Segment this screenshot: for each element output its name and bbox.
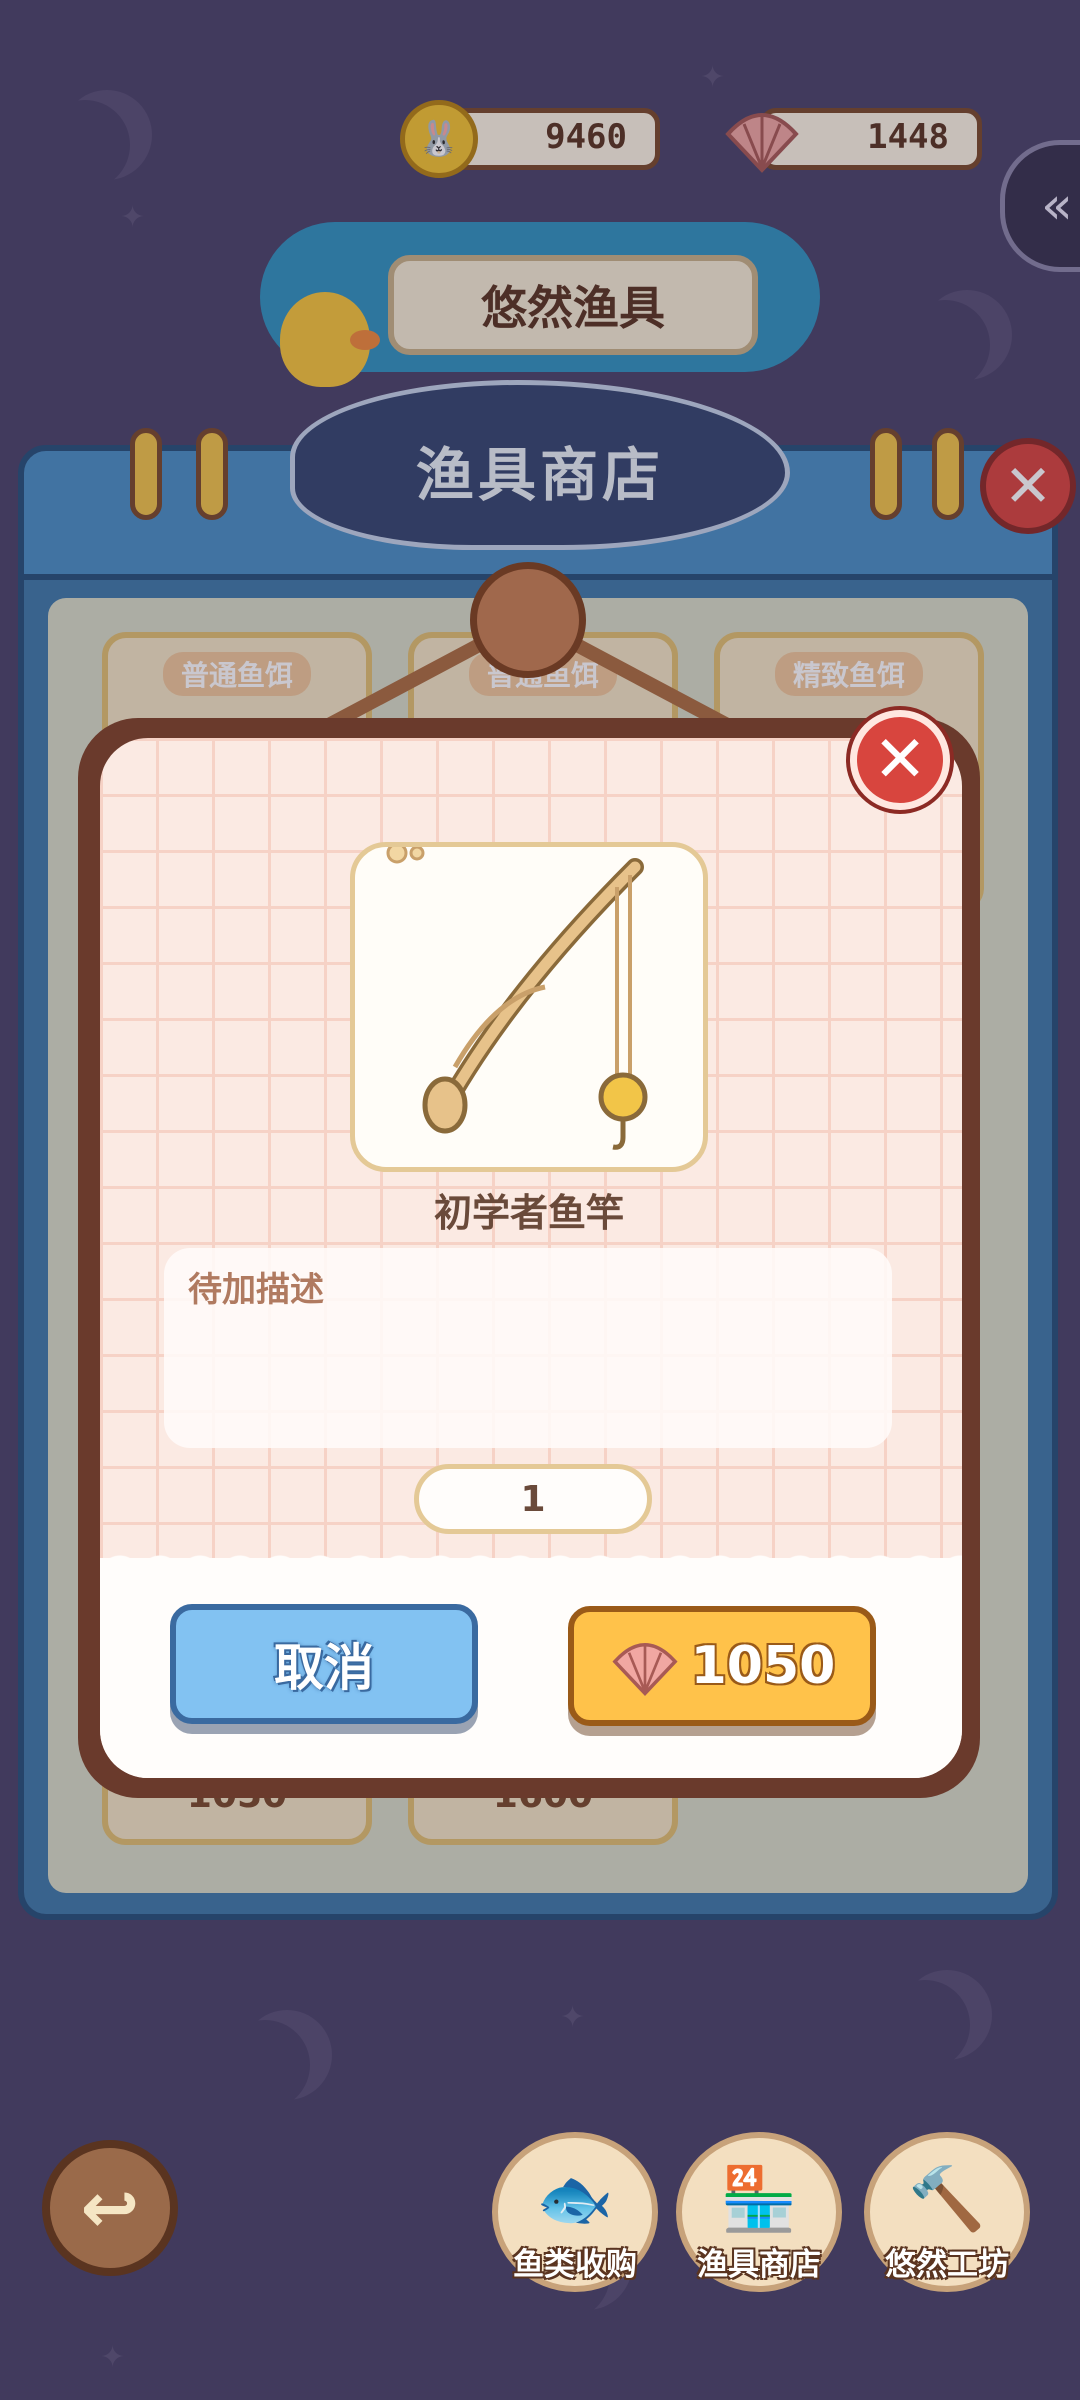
nav-label: 悠然工坊 — [885, 2247, 1009, 2283]
item-description: 待加描述 — [188, 1270, 324, 1310]
item-image-frame — [350, 842, 708, 1172]
cancel-button[interactable]: 取消 — [170, 1604, 478, 1724]
hanging-knob — [470, 562, 586, 678]
workshop-tools-icon: 🔨 — [908, 2162, 986, 2235]
cancel-label: 取消 — [274, 1639, 374, 1697]
fishing-rod-icon — [386, 842, 648, 1150]
nav-tackle-shop-button[interactable]: 🏪 渔具商店 — [676, 2132, 842, 2292]
nav-label: 鱼类收购 — [513, 2247, 637, 2283]
shop-stall-icon: 🏪 — [720, 2162, 798, 2235]
quantity-field[interactable]: 1 — [414, 1464, 652, 1534]
close-icon: ✕ — [873, 723, 927, 797]
quantity-value: 1 — [520, 1478, 546, 1520]
back-button[interactable]: ↩ — [42, 2140, 178, 2276]
buy-button[interactable]: 1050 — [568, 1606, 876, 1726]
back-arrow-icon: ↩ — [80, 2167, 140, 2249]
item-name: 初学者鱼竿 — [433, 1191, 624, 1235]
buy-price: 1050 — [690, 1636, 836, 1696]
nav-fish-purchase-button[interactable]: 🐟 鱼类收购 — [492, 2132, 658, 2292]
dialog-close-button[interactable]: ✕ — [850, 710, 950, 810]
fish-jar-icon: 🐟 — [536, 2162, 614, 2235]
shell-icon — [612, 1643, 678, 1697]
nav-workshop-button[interactable]: 🔨 悠然工坊 — [864, 2132, 1030, 2292]
nav-label: 渔具商店 — [697, 2247, 821, 2283]
